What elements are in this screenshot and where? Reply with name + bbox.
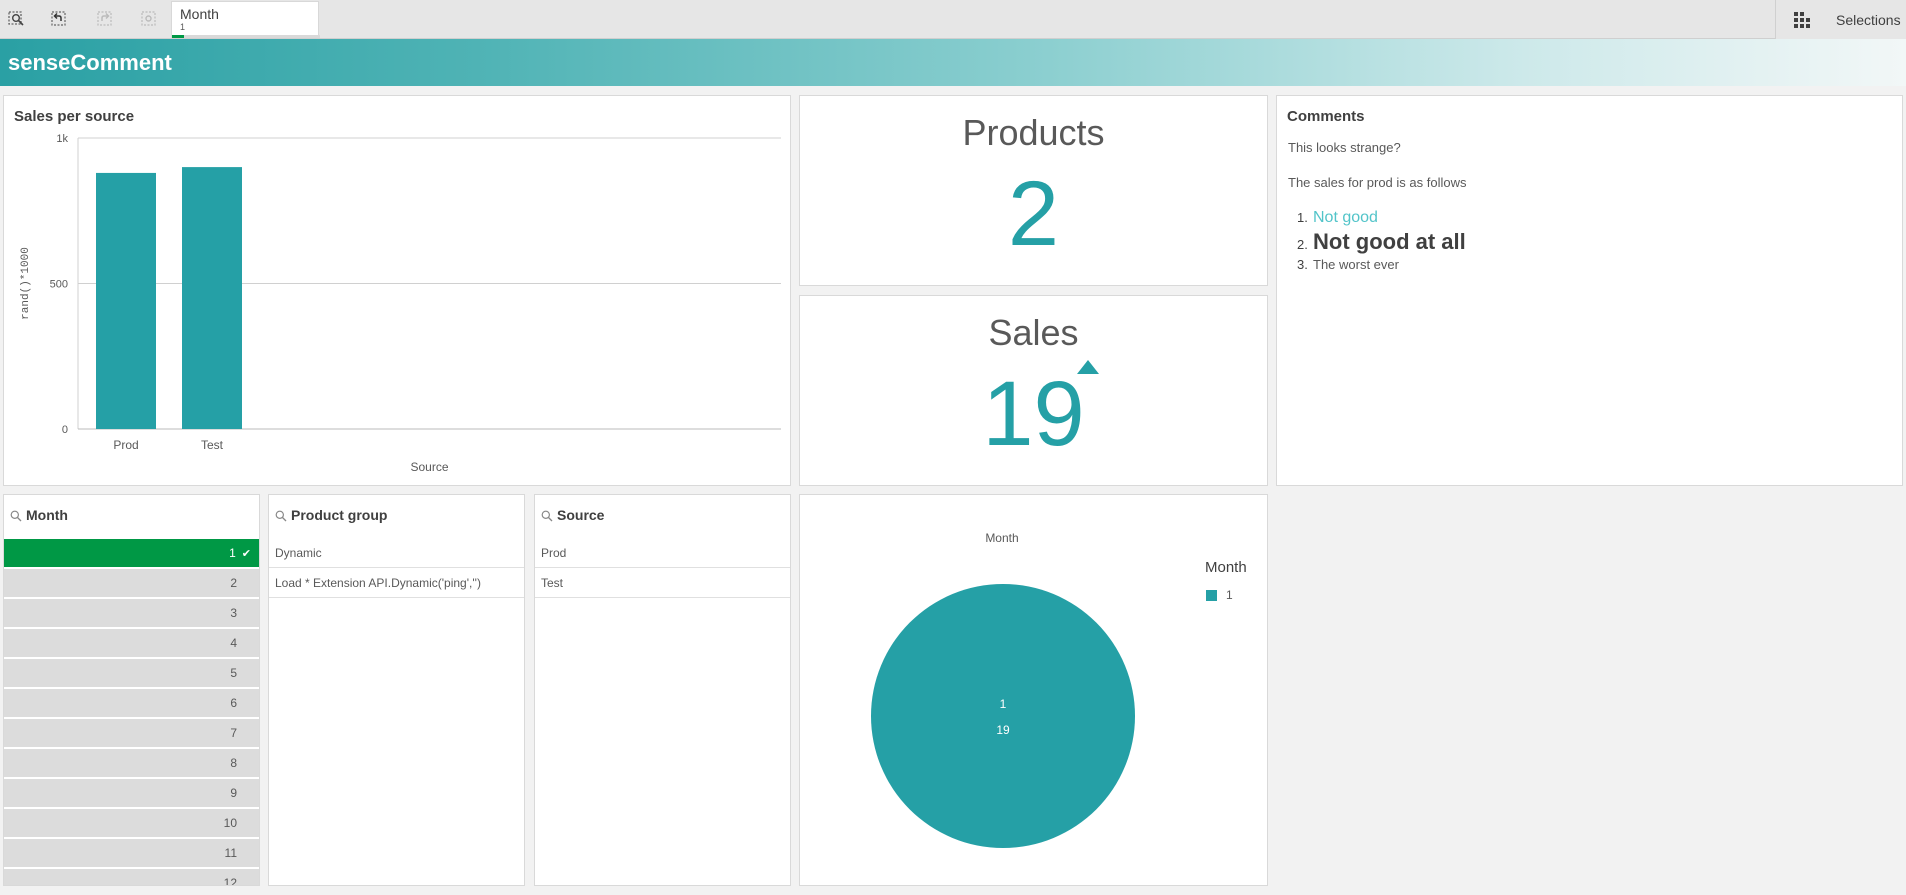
selection-chip-bar	[172, 35, 320, 38]
month-list-item[interactable]: 4	[4, 629, 259, 658]
filter-title: Month	[26, 507, 68, 523]
month-list-item[interactable]: 8	[4, 749, 259, 778]
comment-list-item: 2. Not good at all	[1297, 229, 1466, 254]
comment-line-2: The sales for prod is as follows	[1288, 175, 1467, 190]
selections-grid-icon	[1794, 12, 1810, 28]
comment-item-text: Not good	[1313, 209, 1378, 226]
month-list-item[interactable]: 1 ✔	[4, 539, 259, 568]
month-list-item[interactable]: 5	[4, 659, 259, 688]
pie-slice[interactable]	[871, 584, 1135, 848]
kpi-sales[interactable]: Sales 19	[799, 295, 1268, 486]
month-list-item[interactable]: 12	[4, 869, 259, 885]
trend-up-icon	[1077, 360, 1099, 374]
toolbar: Month 1 Selections	[0, 0, 1906, 39]
month-list-item[interactable]: 11	[4, 839, 259, 868]
y-tick-label: 0	[62, 424, 68, 436]
selection-chip-value: 1	[180, 22, 186, 32]
y-axis-title: rand()*1000	[20, 247, 32, 320]
filter-header[interactable]: Source	[535, 495, 790, 539]
bar[interactable]	[96, 172, 156, 430]
comment-line-1: This looks strange?	[1288, 140, 1401, 155]
pie-slice-value: 19	[996, 723, 1010, 737]
month-pie-chart[interactable]: Month 1 19 Month 1	[799, 494, 1268, 886]
comments-panel[interactable]: Comments This looks strange? The sales f…	[1276, 95, 1903, 486]
app-title: senseComment	[8, 50, 172, 75]
month-list-item[interactable]: 6	[4, 689, 259, 718]
legend-swatch	[1206, 590, 1217, 601]
list-item[interactable]: Prod	[535, 539, 790, 568]
comment-list-item: 1. Not good	[1297, 209, 1378, 226]
app-title-bar: senseComment	[0, 39, 1906, 86]
step-back-icon[interactable]	[48, 8, 70, 30]
filter-header[interactable]: Product group	[269, 495, 524, 539]
list-item[interactable]: Load * Extension API.Dynamic('ping','')	[269, 569, 524, 598]
x-tick-label: Prod	[113, 438, 138, 452]
y-tick-label: 1k	[56, 133, 68, 145]
month-list-item[interactable]: 3	[4, 599, 259, 628]
y-tick-label: 500	[50, 279, 68, 291]
filter-title: Source	[557, 507, 605, 523]
step-forward-icon[interactable]	[94, 8, 116, 30]
smart-search-icon[interactable]	[6, 8, 28, 30]
month-list-item[interactable]: 7	[4, 719, 259, 748]
selection-chip-label: Month	[180, 6, 219, 22]
pie-svg	[871, 584, 1135, 848]
x-tick-label: Test	[201, 438, 224, 452]
legend-item[interactable]: 1	[1226, 588, 1233, 602]
search-icon	[275, 510, 287, 522]
sales-per-source-chart[interactable]: Sales per source 0 500 1k Prod Test Source ran…	[3, 95, 791, 486]
bar[interactable]	[182, 167, 242, 429]
legend-title: Month	[1205, 559, 1247, 576]
kpi-products[interactable]: Products 2	[799, 95, 1268, 286]
list-item[interactable]: Test	[535, 569, 790, 598]
month-list-item[interactable]: 10	[4, 809, 259, 838]
filter-month[interactable]: Month 1 ✔ 2 3 4 5 6 7 8 9 10 11 12	[3, 494, 260, 886]
filter-title: Product group	[291, 507, 388, 523]
check-icon: ✔	[241, 547, 251, 560]
month-list-item[interactable]: 9	[4, 779, 259, 808]
kpi-products-value: 2	[1007, 163, 1060, 265]
kpi-sales-title: Sales	[988, 312, 1079, 353]
clear-all-selections-icon[interactable]	[138, 8, 160, 30]
kpi-products-title: Products	[962, 112, 1105, 153]
search-icon	[541, 510, 553, 522]
comments-title: Comments	[1287, 108, 1365, 125]
month-list-item[interactable]: 2	[4, 569, 259, 598]
x-axis-title: Source	[410, 460, 448, 474]
comment-item-text: Not good at all	[1313, 229, 1466, 254]
filter-header[interactable]: Month	[4, 495, 259, 539]
comment-item-text: The worst ever	[1313, 257, 1399, 272]
selections-tool[interactable]: Selections	[1775, 0, 1906, 39]
filter-product-group[interactable]: Product group Dynamic Load * Extension A…	[268, 494, 525, 886]
selection-chip-month[interactable]: Month 1	[171, 1, 320, 38]
pie-slice-label: 1	[999, 697, 1007, 711]
comment-list: 1. Not good 2. Not good at all 3. The wo…	[1297, 209, 1466, 274]
filter-source[interactable]: Source Prod Test	[534, 494, 791, 886]
comment-list-item: 3. The worst ever	[1297, 257, 1399, 272]
list-item[interactable]: Dynamic	[269, 539, 524, 568]
selections-label: Selections	[1836, 12, 1901, 28]
kpi-sales-value: 19	[982, 363, 1085, 465]
search-icon	[10, 510, 22, 522]
bar-chart-svg: 0 500 1k Prod Test Source rand()*1000	[20, 133, 781, 474]
